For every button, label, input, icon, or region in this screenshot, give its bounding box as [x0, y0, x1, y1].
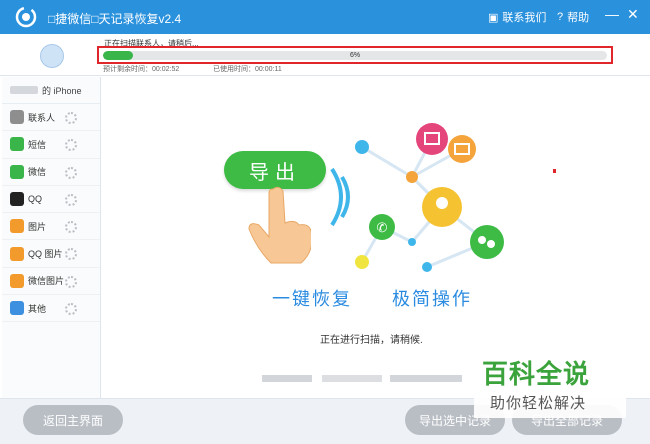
used-time: 已使用时间：00:00:11	[213, 66, 282, 73]
sidebar-item-photo[interactable]: 图片	[2, 213, 100, 241]
contact-icon	[10, 110, 24, 125]
sidebar-item-label: QQ 图片	[28, 249, 63, 260]
loading-spinner-icon	[65, 248, 77, 261]
scan-status-area: 正在扫描联系人，请稍后... 6% 预计剩余时间：00:02:52 已使用时间：…	[0, 34, 650, 76]
sidebar-item-label: 联系人	[28, 112, 56, 123]
sidebar-item-wechat[interactable]: 微信	[2, 159, 100, 186]
sidebar-item-wechat-photo[interactable]: 微信图片	[2, 268, 100, 296]
help-icon: ?	[557, 11, 564, 23]
slogan-one-click-restore: 一键恢复	[272, 289, 352, 309]
export-button-illustration: 导出	[224, 151, 326, 189]
help-label: 帮助	[567, 12, 590, 24]
sidebar-item-label: 其他	[28, 303, 47, 314]
progress-percent: 6%	[349, 52, 361, 59]
sms-icon	[10, 137, 24, 152]
loading-spinner-icon	[65, 221, 77, 234]
progress-bar: 6%	[103, 51, 607, 60]
sidebar-item-other[interactable]: 其他	[2, 295, 100, 323]
wechat-icon	[10, 164, 24, 179]
loading-spinner-icon	[65, 112, 77, 124]
qq-photo-icon	[10, 246, 24, 261]
photo-bubble-icon	[416, 123, 448, 155]
pointing-hand-icon	[248, 186, 311, 264]
app-title: □捷微信□天记录恢复v2.4	[48, 12, 182, 26]
chat-icon: ▣	[488, 11, 499, 24]
help-button[interactable]: ? 帮助	[557, 9, 589, 25]
contact-us-button[interactable]: ▣ 联系我们	[488, 9, 546, 25]
watermark: 百科全说 助你轻松解决	[474, 352, 626, 418]
watermark-title: 百科全说	[482, 359, 591, 389]
redacted-info-line	[262, 375, 462, 382]
watermark-subtitle: 助你轻松解决	[490, 395, 587, 412]
sidebar-item-label: QQ	[28, 194, 43, 205]
loading-spinner-icon	[65, 275, 77, 288]
loading-spinner-icon	[65, 139, 77, 152]
title-bar: □捷微信□天记录恢复v2.4 ▣ 联系我们 ? 帮助 — ✕	[0, 0, 650, 34]
loading-spinner-icon	[65, 193, 77, 206]
remaining-time: 预计剩余时间：00:02:52	[103, 66, 180, 73]
red-marker	[553, 169, 556, 173]
wechat-bubble-icon	[470, 225, 504, 259]
app-logo-icon	[15, 6, 37, 28]
sidebar-item-label: 微信	[28, 167, 47, 178]
loading-spinner-icon	[65, 303, 77, 316]
sidebar: 的 iPhone 联系人短信微信 QQ 图片 QQ 图片微信图片其他	[2, 77, 101, 398]
close-button[interactable]: ✕	[627, 6, 639, 23]
progress-highlight-frame: 6%	[97, 46, 613, 64]
other-icon	[10, 301, 24, 316]
qq-penguin-icon	[10, 192, 24, 207]
svg-text:✆: ✆	[377, 220, 388, 235]
sidebar-item-qq-penguin[interactable]: QQ	[2, 186, 100, 214]
share-network-illustration: ✆	[330, 123, 504, 272]
device-name: 的 iPhone	[2, 77, 100, 104]
slogan-simple-operation: 极简操作	[392, 289, 472, 309]
device-owner-redacted	[10, 86, 38, 94]
sidebar-item-contact[interactable]: 联系人	[2, 104, 100, 132]
sidebar-item-label: 短信	[28, 139, 47, 150]
loading-spinner-icon	[65, 166, 77, 179]
sidebar-nav-list: 联系人短信微信 QQ 图片 QQ 图片微信图片其他	[2, 104, 100, 323]
music-icon	[40, 44, 64, 68]
sidebar-item-sms[interactable]: 短信	[2, 131, 100, 159]
device-suffix: 的 iPhone	[42, 85, 82, 96]
sidebar-item-qq-photo[interactable]: QQ 图片	[2, 240, 100, 268]
minimize-button[interactable]: —	[605, 6, 619, 22]
mail-bubble-icon	[448, 135, 476, 163]
photo-icon	[10, 219, 24, 234]
sidebar-item-label: 图片	[28, 221, 47, 232]
scanning-message: 正在进行扫描，请稍候.	[320, 335, 423, 346]
back-to-home-button[interactable]: 返回主界面	[23, 405, 123, 435]
sidebar-item-label: 微信图片	[28, 276, 65, 287]
wechat-photo-icon	[10, 273, 24, 288]
contact-us-label: 联系我们	[502, 12, 547, 24]
main-panel: ✆ 导出 一键恢复 极简操作 正在进行扫描，请稍候.	[102, 77, 650, 398]
